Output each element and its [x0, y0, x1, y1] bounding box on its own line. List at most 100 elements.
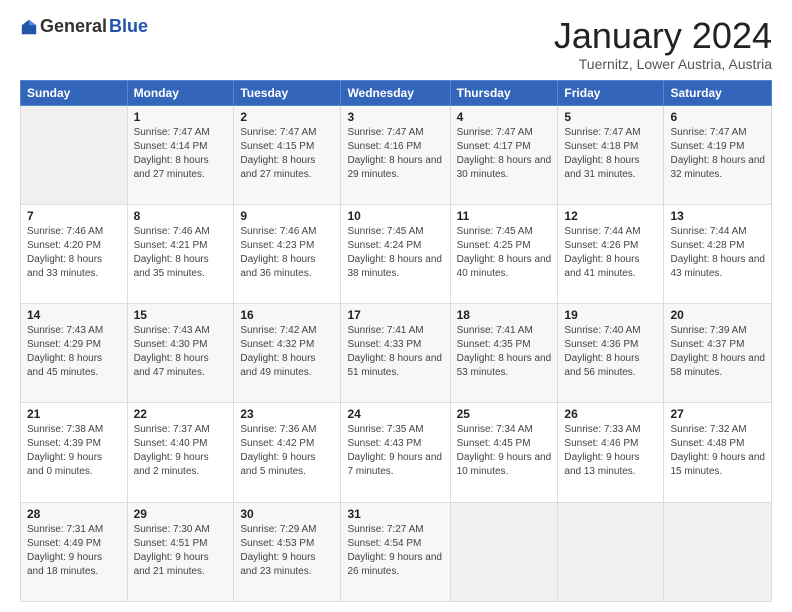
- calendar-cell: 19 Sunrise: 7:40 AMSunset: 4:36 PMDaylig…: [558, 304, 664, 403]
- day-number: 21: [27, 407, 121, 421]
- day-detail: Sunrise: 7:31 AMSunset: 4:49 PMDaylight:…: [27, 524, 103, 577]
- day-detail: Sunrise: 7:47 AMSunset: 4:19 PMDaylight:…: [670, 127, 765, 180]
- day-number: 1: [134, 110, 228, 124]
- calendar-cell: [558, 502, 664, 601]
- logo: General Blue: [20, 16, 148, 37]
- day-detail: Sunrise: 7:42 AMSunset: 4:32 PMDaylight:…: [240, 325, 316, 378]
- calendar-cell: 13 Sunrise: 7:44 AMSunset: 4:28 PMDaylig…: [664, 204, 772, 303]
- calendar-cell: 17 Sunrise: 7:41 AMSunset: 4:33 PMDaylig…: [341, 304, 450, 403]
- day-detail: Sunrise: 7:39 AMSunset: 4:37 PMDaylight:…: [670, 325, 765, 378]
- page: General Blue January 2024 Tuernitz, Lowe…: [0, 0, 792, 612]
- calendar-cell: 25 Sunrise: 7:34 AMSunset: 4:45 PMDaylig…: [450, 403, 558, 502]
- calendar-cell: [664, 502, 772, 601]
- day-detail: Sunrise: 7:40 AMSunset: 4:36 PMDaylight:…: [564, 325, 640, 378]
- day-number: 20: [670, 308, 765, 322]
- day-detail: Sunrise: 7:45 AMSunset: 4:24 PMDaylight:…: [347, 226, 442, 279]
- day-number: 26: [564, 407, 657, 421]
- calendar-cell: 16 Sunrise: 7:42 AMSunset: 4:32 PMDaylig…: [234, 304, 341, 403]
- day-number: 14: [27, 308, 121, 322]
- day-number: 15: [134, 308, 228, 322]
- day-detail: Sunrise: 7:43 AMSunset: 4:29 PMDaylight:…: [27, 325, 103, 378]
- day-detail: Sunrise: 7:32 AMSunset: 4:48 PMDaylight:…: [670, 424, 765, 477]
- day-detail: Sunrise: 7:37 AMSunset: 4:40 PMDaylight:…: [134, 424, 210, 477]
- day-number: 25: [457, 407, 552, 421]
- day-number: 4: [457, 110, 552, 124]
- calendar-cell: 6 Sunrise: 7:47 AMSunset: 4:19 PMDayligh…: [664, 105, 772, 204]
- day-detail: Sunrise: 7:36 AMSunset: 4:42 PMDaylight:…: [240, 424, 316, 477]
- weekday-header: Friday: [558, 80, 664, 105]
- calendar-week: 21 Sunrise: 7:38 AMSunset: 4:39 PMDaylig…: [21, 403, 772, 502]
- weekday-header: Saturday: [664, 80, 772, 105]
- day-detail: Sunrise: 7:41 AMSunset: 4:35 PMDaylight:…: [457, 325, 552, 378]
- logo-blue: Blue: [109, 16, 148, 37]
- calendar: SundayMondayTuesdayWednesdayThursdayFrid…: [20, 80, 772, 602]
- day-detail: Sunrise: 7:44 AMSunset: 4:28 PMDaylight:…: [670, 226, 765, 279]
- day-number: 19: [564, 308, 657, 322]
- calendar-cell: 11 Sunrise: 7:45 AMSunset: 4:25 PMDaylig…: [450, 204, 558, 303]
- day-detail: Sunrise: 7:43 AMSunset: 4:30 PMDaylight:…: [134, 325, 210, 378]
- location: Tuernitz, Lower Austria, Austria: [554, 56, 772, 72]
- weekday-header: Thursday: [450, 80, 558, 105]
- day-detail: Sunrise: 7:34 AMSunset: 4:45 PMDaylight:…: [457, 424, 552, 477]
- calendar-cell: [450, 502, 558, 601]
- day-detail: Sunrise: 7:47 AMSunset: 4:14 PMDaylight:…: [134, 127, 210, 180]
- calendar-cell: 30 Sunrise: 7:29 AMSunset: 4:53 PMDaylig…: [234, 502, 341, 601]
- day-detail: Sunrise: 7:38 AMSunset: 4:39 PMDaylight:…: [27, 424, 103, 477]
- logo-icon: [20, 18, 38, 36]
- calendar-cell: 9 Sunrise: 7:46 AMSunset: 4:23 PMDayligh…: [234, 204, 341, 303]
- calendar-cell: 23 Sunrise: 7:36 AMSunset: 4:42 PMDaylig…: [234, 403, 341, 502]
- calendar-cell: 24 Sunrise: 7:35 AMSunset: 4:43 PMDaylig…: [341, 403, 450, 502]
- logo-general: General: [40, 16, 107, 37]
- calendar-header: SundayMondayTuesdayWednesdayThursdayFrid…: [21, 80, 772, 105]
- day-detail: Sunrise: 7:33 AMSunset: 4:46 PMDaylight:…: [564, 424, 640, 477]
- day-number: 17: [347, 308, 443, 322]
- day-detail: Sunrise: 7:47 AMSunset: 4:16 PMDaylight:…: [347, 127, 442, 180]
- day-number: 8: [134, 209, 228, 223]
- day-number: 23: [240, 407, 334, 421]
- calendar-cell: 20 Sunrise: 7:39 AMSunset: 4:37 PMDaylig…: [664, 304, 772, 403]
- calendar-body: 1 Sunrise: 7:47 AMSunset: 4:14 PMDayligh…: [21, 105, 772, 601]
- day-detail: Sunrise: 7:47 AMSunset: 4:17 PMDaylight:…: [457, 127, 552, 180]
- weekday-header: Monday: [127, 80, 234, 105]
- day-detail: Sunrise: 7:47 AMSunset: 4:18 PMDaylight:…: [564, 127, 640, 180]
- calendar-cell: 14 Sunrise: 7:43 AMSunset: 4:29 PMDaylig…: [21, 304, 128, 403]
- calendar-cell: 2 Sunrise: 7:47 AMSunset: 4:15 PMDayligh…: [234, 105, 341, 204]
- calendar-week: 1 Sunrise: 7:47 AMSunset: 4:14 PMDayligh…: [21, 105, 772, 204]
- day-number: 31: [347, 507, 443, 521]
- day-number: 3: [347, 110, 443, 124]
- calendar-cell: 28 Sunrise: 7:31 AMSunset: 4:49 PMDaylig…: [21, 502, 128, 601]
- weekday-header: Sunday: [21, 80, 128, 105]
- calendar-cell: 8 Sunrise: 7:46 AMSunset: 4:21 PMDayligh…: [127, 204, 234, 303]
- day-detail: Sunrise: 7:46 AMSunset: 4:21 PMDaylight:…: [134, 226, 210, 279]
- day-detail: Sunrise: 7:46 AMSunset: 4:23 PMDaylight:…: [240, 226, 316, 279]
- day-number: 13: [670, 209, 765, 223]
- month-title: January 2024: [554, 16, 772, 56]
- calendar-cell: 12 Sunrise: 7:44 AMSunset: 4:26 PMDaylig…: [558, 204, 664, 303]
- calendar-cell: 21 Sunrise: 7:38 AMSunset: 4:39 PMDaylig…: [21, 403, 128, 502]
- calendar-cell: 3 Sunrise: 7:47 AMSunset: 4:16 PMDayligh…: [341, 105, 450, 204]
- day-number: 18: [457, 308, 552, 322]
- day-detail: Sunrise: 7:30 AMSunset: 4:51 PMDaylight:…: [134, 524, 210, 577]
- day-detail: Sunrise: 7:29 AMSunset: 4:53 PMDaylight:…: [240, 524, 316, 577]
- day-number: 29: [134, 507, 228, 521]
- day-number: 7: [27, 209, 121, 223]
- calendar-cell: 22 Sunrise: 7:37 AMSunset: 4:40 PMDaylig…: [127, 403, 234, 502]
- day-number: 9: [240, 209, 334, 223]
- calendar-week: 7 Sunrise: 7:46 AMSunset: 4:20 PMDayligh…: [21, 204, 772, 303]
- calendar-cell: 7 Sunrise: 7:46 AMSunset: 4:20 PMDayligh…: [21, 204, 128, 303]
- day-number: 28: [27, 507, 121, 521]
- day-number: 12: [564, 209, 657, 223]
- calendar-cell: 27 Sunrise: 7:32 AMSunset: 4:48 PMDaylig…: [664, 403, 772, 502]
- calendar-week: 28 Sunrise: 7:31 AMSunset: 4:49 PMDaylig…: [21, 502, 772, 601]
- calendar-cell: 18 Sunrise: 7:41 AMSunset: 4:35 PMDaylig…: [450, 304, 558, 403]
- day-detail: Sunrise: 7:45 AMSunset: 4:25 PMDaylight:…: [457, 226, 552, 279]
- day-number: 2: [240, 110, 334, 124]
- day-detail: Sunrise: 7:47 AMSunset: 4:15 PMDaylight:…: [240, 127, 316, 180]
- day-number: 16: [240, 308, 334, 322]
- day-detail: Sunrise: 7:41 AMSunset: 4:33 PMDaylight:…: [347, 325, 442, 378]
- day-detail: Sunrise: 7:27 AMSunset: 4:54 PMDaylight:…: [347, 524, 442, 577]
- calendar-cell: 1 Sunrise: 7:47 AMSunset: 4:14 PMDayligh…: [127, 105, 234, 204]
- day-detail: Sunrise: 7:46 AMSunset: 4:20 PMDaylight:…: [27, 226, 103, 279]
- calendar-cell: 26 Sunrise: 7:33 AMSunset: 4:46 PMDaylig…: [558, 403, 664, 502]
- day-number: 22: [134, 407, 228, 421]
